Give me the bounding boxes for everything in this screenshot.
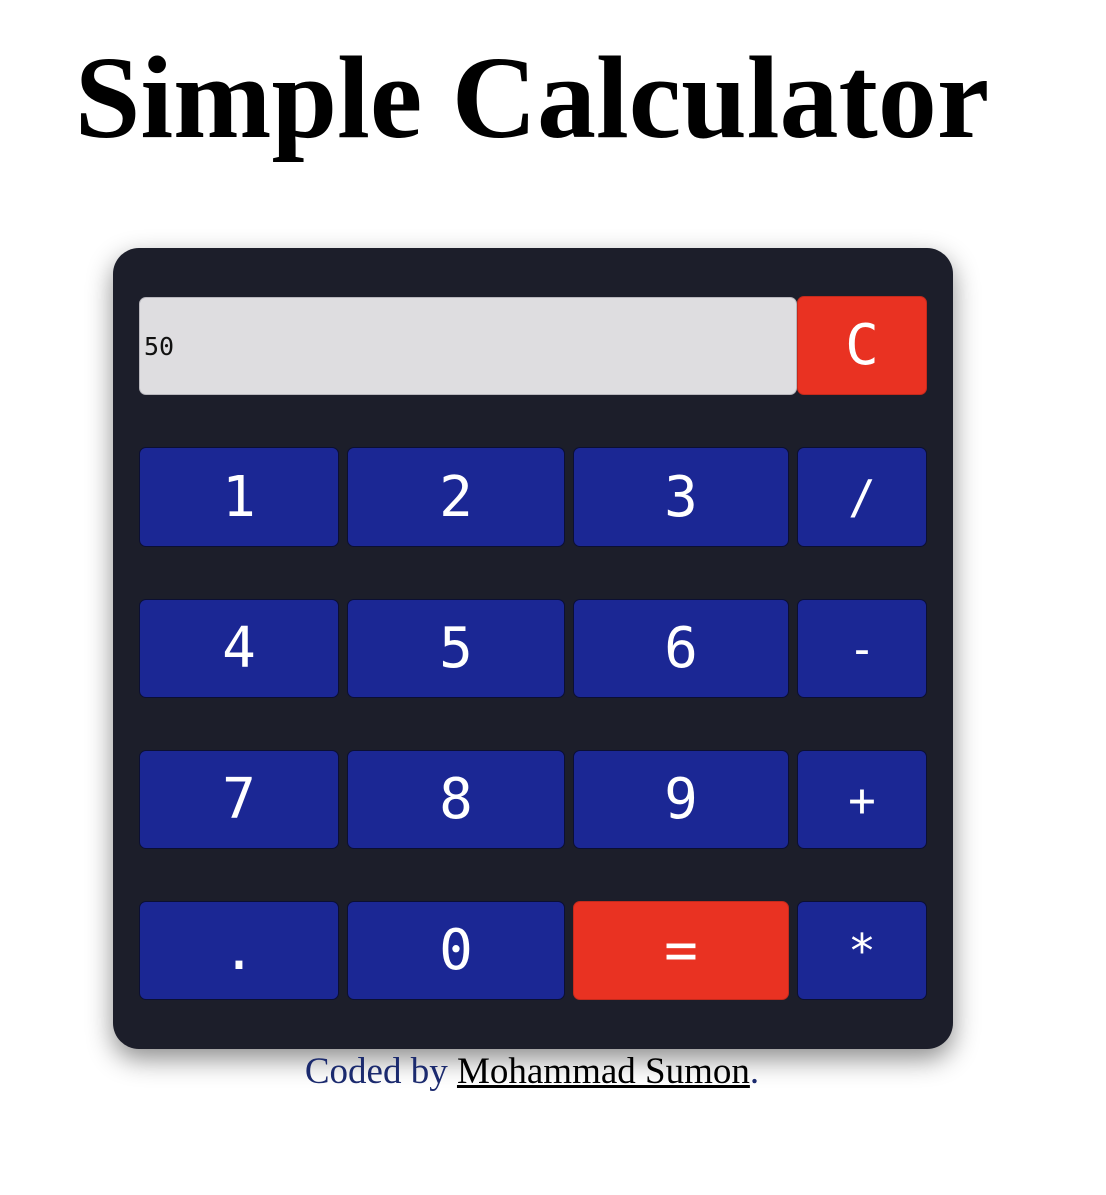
clear-button[interactable]: C [797,296,927,395]
author-link[interactable]: Mohammad Sumon [457,1051,750,1092]
divide-button[interactable]: / [797,447,927,547]
key-4-button[interactable]: 4 [139,599,339,698]
multiply-button[interactable]: * [797,901,927,1000]
display-input[interactable] [139,297,797,395]
key-1-button[interactable]: 1 [139,447,339,547]
key-3-button[interactable]: 3 [573,447,789,547]
footer-prefix: Coded by [304,1051,457,1092]
calculator-panel: C 1 2 3 / 4 5 6 - 7 8 9 + . 0 = * [113,248,953,1049]
footer-suffix: . [749,1051,760,1092]
key-9-button[interactable]: 9 [573,750,789,849]
decimal-button[interactable]: . [139,901,339,1000]
equals-button[interactable]: = [573,901,789,1000]
key-0-button[interactable]: 0 [347,901,565,1000]
footer-credit: Coded by Mohammad Sumon. [0,1050,1064,1094]
subtract-button[interactable]: - [797,599,927,698]
key-5-button[interactable]: 5 [347,599,565,698]
key-8-button[interactable]: 8 [347,750,565,849]
page-title: Simple Calculator [74,32,990,163]
key-6-button[interactable]: 6 [573,599,789,698]
key-2-button[interactable]: 2 [347,447,565,547]
add-button[interactable]: + [797,750,927,849]
key-7-button[interactable]: 7 [139,750,339,849]
